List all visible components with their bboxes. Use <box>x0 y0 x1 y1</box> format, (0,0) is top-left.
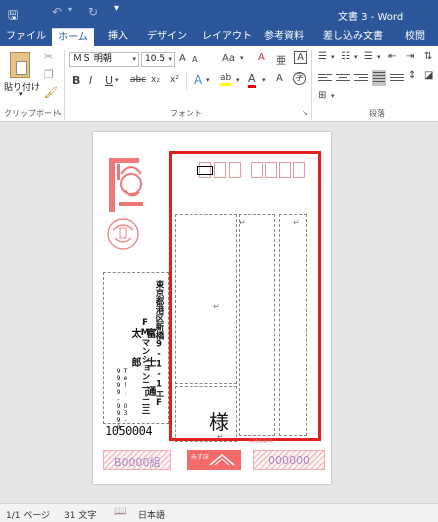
format-painter-icon[interactable]: 🖌 <box>44 86 58 99</box>
clear-format-icon[interactable]: A <box>258 52 265 63</box>
tab-review[interactable]: 校閲 <box>396 28 434 46</box>
font-name-select[interactable]: ＭＳ 明朝 ▾ <box>69 52 139 67</box>
character-shading-icon[interactable]: A <box>276 73 283 84</box>
enclose-character-icon[interactable]: 字 <box>293 72 306 85</box>
tab-home[interactable]: ホーム <box>52 28 94 46</box>
strikethrough-button[interactable]: abc <box>130 75 146 85</box>
status-bar: 1/1 ページ 31 文字 📖 日本語 <box>0 503 438 522</box>
sender-zip: 1050004 <box>105 424 153 438</box>
postmark-icon <box>105 216 141 252</box>
bold-button[interactable]: B <box>72 74 80 87</box>
borders-icon[interactable]: ⊞ <box>318 90 326 101</box>
justify-icon[interactable] <box>372 70 386 86</box>
group-font-label: フォント <box>170 109 202 118</box>
selected-frame[interactable] <box>169 151 321 441</box>
numbering-icon[interactable]: ☷ <box>341 51 350 62</box>
chevron-down-icon: ▾ <box>168 55 172 63</box>
postcard-page[interactable]: ↵ ↵ ↵ 様 ↵ 東京都港区新橋9-1-1エF FMマンション二ー二三 富 士… <box>93 132 331 484</box>
tab-design[interactable]: デザイン <box>142 28 192 46</box>
sort-icon[interactable]: ⇅ <box>424 51 432 62</box>
chevron-down-icon[interactable]: ▾ <box>262 76 266 84</box>
multilevel-list-icon[interactable]: ☰ <box>364 51 373 62</box>
line-spacing-icon[interactable]: ↕ <box>408 70 416 81</box>
chevron-down-icon[interactable]: ▾ <box>377 53 381 61</box>
lot-number-box: B0000組 <box>103 450 171 470</box>
superscript-button[interactable]: x² <box>170 75 179 85</box>
tab-layout[interactable]: レイアウト <box>198 28 256 46</box>
page-count[interactable]: 1/1 ページ <box>6 508 50 521</box>
font-color-icon[interactable]: A <box>248 72 256 88</box>
group-clipboard-label: クリップボード <box>4 109 60 118</box>
language-indicator[interactable]: 日本語 <box>138 508 165 521</box>
undo-dropdown-icon[interactable]: ▾ <box>68 5 72 14</box>
document-area: ↵ ↵ ↵ 様 ↵ 東京都港区新橋9-1-1エF FMマンション二ー二三 富 士… <box>0 122 438 503</box>
chevron-down-icon[interactable]: ▾ <box>206 76 210 84</box>
tab-insert[interactable]: 挿入 <box>100 28 136 46</box>
bullets-icon[interactable]: ☰ <box>318 51 327 62</box>
chevron-down-icon[interactable]: ▾ <box>115 76 119 84</box>
word-count[interactable]: 31 文字 <box>64 508 96 521</box>
tab-mailings[interactable]: 差し込み文書 <box>318 28 388 46</box>
increase-indent-icon[interactable]: ⇥ <box>406 51 414 62</box>
shading-icon[interactable]: ◪ <box>424 70 433 81</box>
lot-number-text: B0000組 <box>114 456 161 469</box>
align-right-icon[interactable] <box>354 72 368 84</box>
tab-references[interactable]: 参考資料 <box>258 28 310 46</box>
divider <box>64 50 65 120</box>
undo-icon[interactable]: ↶ <box>52 5 62 19</box>
serial-number-box: 000000 <box>253 450 325 470</box>
sender-name: 富 士 通 太 郎 <box>129 328 155 400</box>
chevron-down-icon: ▾ <box>132 55 136 63</box>
chevron-down-icon[interactable]: ▾ <box>331 53 335 61</box>
customize-toolbar-icon[interactable]: ▾ <box>114 3 119 14</box>
highlight-icon[interactable]: ab <box>220 73 232 86</box>
stamp-image <box>107 156 147 214</box>
redo-icon[interactable]: ↻ <box>88 5 98 19</box>
underline-button[interactable]: U <box>105 74 113 87</box>
recycled-note: (再生紙使用) <box>248 439 275 444</box>
font-launcher-icon[interactable]: ↘ <box>302 109 308 117</box>
chevron-down-icon[interactable]: ▾ <box>331 92 335 100</box>
group-paragraph-label: 段落 <box>369 109 385 118</box>
chevron-down-icon[interactable]: ▾ <box>240 54 244 62</box>
subscript-button[interactable]: x₂ <box>151 75 160 85</box>
title-bar: 🖫 ↶ ▾ ↻ ▾ 文書 3 - Word <box>0 0 438 28</box>
italic-button[interactable]: I <box>89 74 92 87</box>
cut-icon[interactable]: ✂ <box>44 50 53 63</box>
font-size-value: 10.5 <box>145 54 166 64</box>
lottery-logo-text: みすぼ <box>191 454 210 461</box>
font-name-value: ＭＳ 明朝 <box>73 54 112 64</box>
clipboard-launcher-icon[interactable]: ↘ <box>56 109 62 117</box>
grow-font-icon[interactable]: A <box>179 53 186 64</box>
phonetic-guide-icon[interactable]: 亜 <box>276 52 286 67</box>
character-border-icon[interactable]: A <box>294 51 307 64</box>
serial-number-text: 000000 <box>268 454 310 467</box>
ribbon: 貼り付け ▾ ✂ ❐ 🖌 クリップボード ↘ ＭＳ 明朝 ▾ 10.5 ▾ A A … <box>0 46 438 122</box>
align-left-icon[interactable] <box>318 72 332 84</box>
text-effects-icon[interactable]: A <box>194 73 202 87</box>
chevron-down-icon[interactable]: ▾ <box>354 53 358 61</box>
divider <box>311 50 312 120</box>
lottery-logo: みすぼ <box>187 450 241 470</box>
ribbon-tabs: ファイル ホーム 挿入 デザイン レイアウト 参考資料 差し込み文書 校閲 <box>0 28 438 46</box>
decrease-indent-icon[interactable]: ⇤ <box>388 51 396 62</box>
shrink-font-icon[interactable]: A <box>192 55 197 64</box>
divider <box>186 74 187 90</box>
distributed-icon[interactable] <box>390 72 404 84</box>
tab-file[interactable]: ファイル <box>4 28 48 46</box>
font-size-select[interactable]: 10.5 ▾ <box>141 52 175 67</box>
paste-dropdown-icon[interactable]: ▾ <box>19 90 23 98</box>
copy-icon[interactable]: ❐ <box>44 68 54 81</box>
window-title: 文書 3 - Word <box>338 12 404 23</box>
chevron-down-icon[interactable]: ▾ <box>236 76 240 84</box>
paste-icon[interactable] <box>10 52 30 78</box>
change-case-icon[interactable]: Aa <box>222 53 235 64</box>
proofing-icon[interactable]: 📖 <box>114 506 126 517</box>
save-icon[interactable]: 🖫 <box>8 6 18 27</box>
align-center-icon[interactable] <box>336 72 350 84</box>
